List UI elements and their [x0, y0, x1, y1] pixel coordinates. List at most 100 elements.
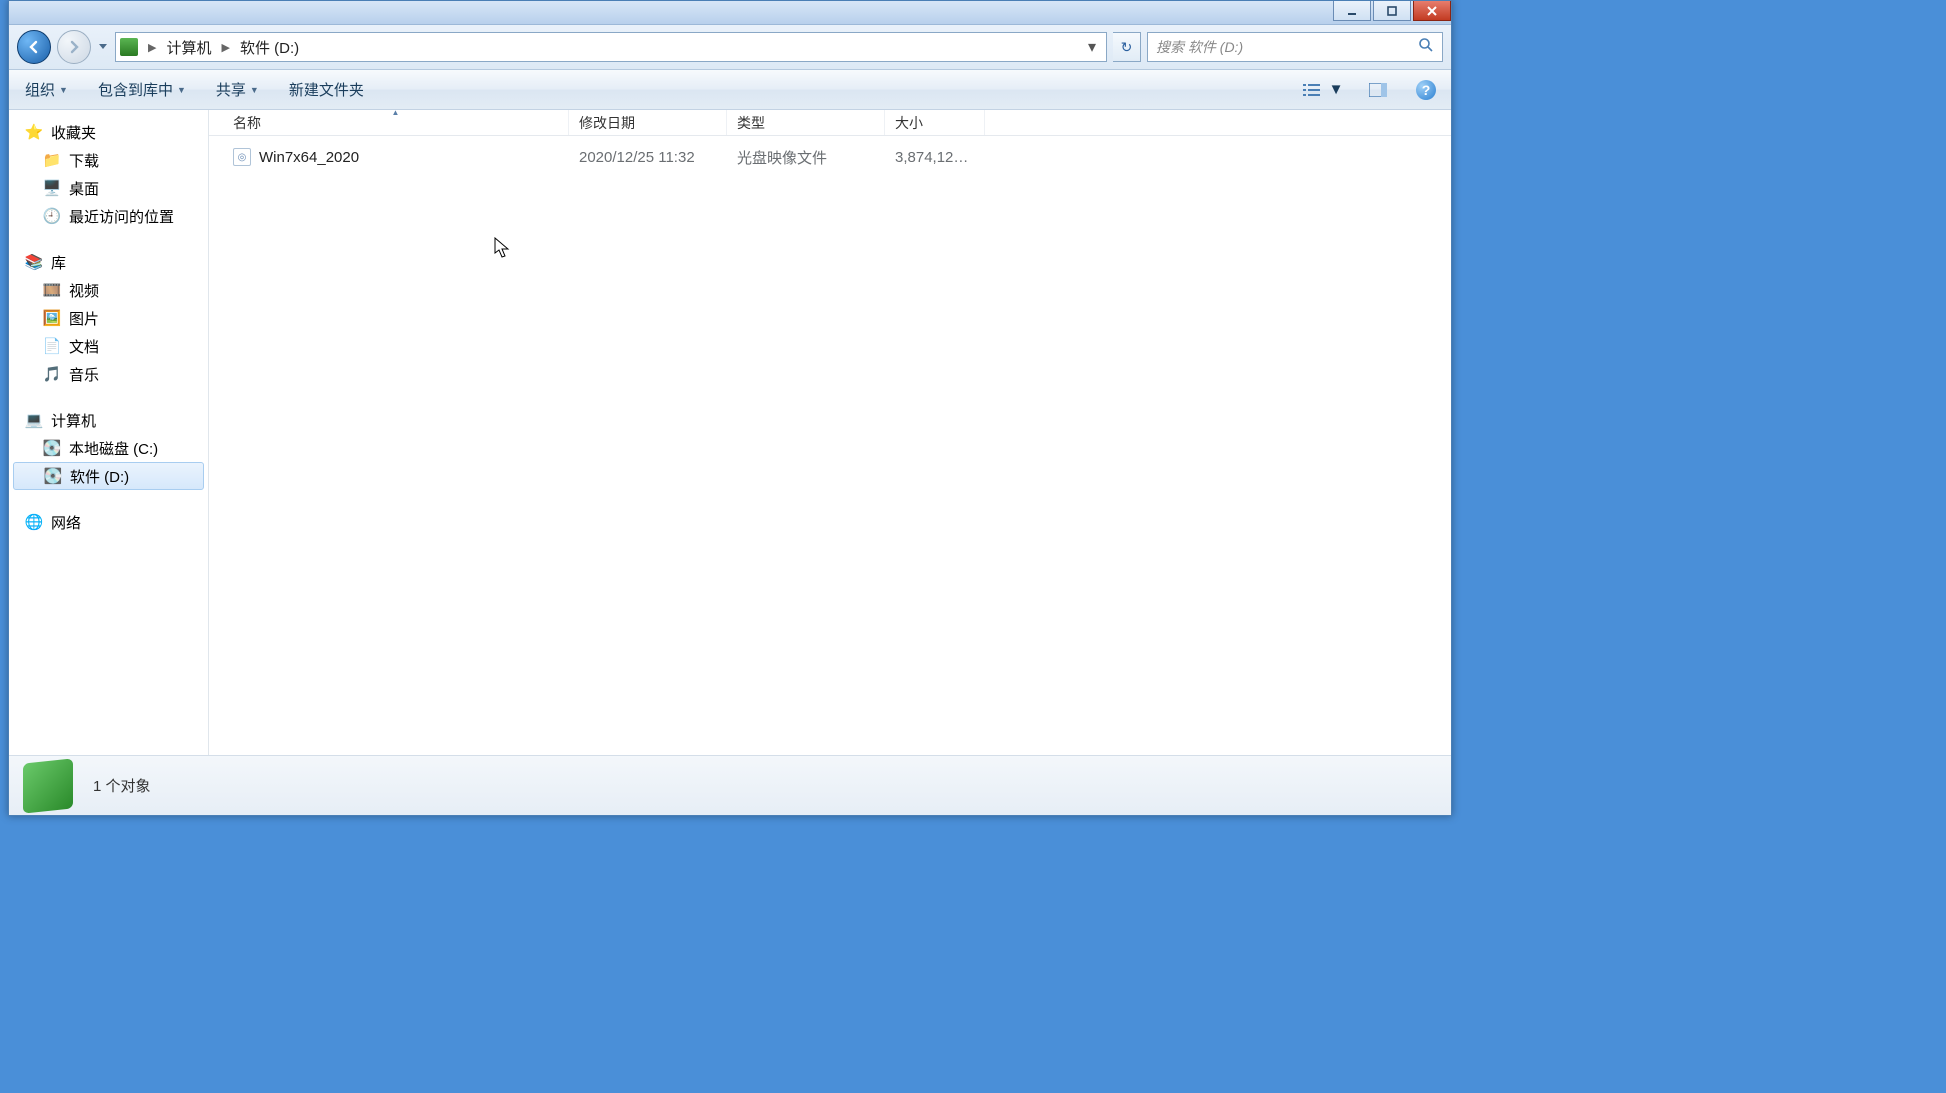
view-icon[interactable] — [1297, 77, 1327, 103]
column-type[interactable]: 类型 — [727, 110, 885, 135]
preview-pane-button[interactable] — [1363, 77, 1393, 103]
address-dropdown[interactable]: ▾ — [1082, 37, 1102, 57]
library-icon: 📚 — [25, 253, 43, 271]
search-box[interactable] — [1147, 32, 1443, 62]
include-label: 包含到库中 — [98, 79, 173, 100]
file-type: 光盘映像文件 — [727, 147, 885, 168]
view-dropdown[interactable]: ▼ — [1327, 77, 1345, 103]
status-bar: 1 个对象 — [9, 755, 1451, 815]
navigation-bar: ▶ 计算机 ▶ 软件 (D:) ▾ ↻ — [9, 25, 1451, 70]
sidebar-computer[interactable]: 💻 计算机 — [9, 406, 208, 434]
search-icon[interactable] — [1418, 37, 1434, 58]
sort-indicator-icon: ▲ — [392, 110, 400, 117]
column-label: 大小 — [895, 113, 923, 133]
sidebar-network[interactable]: 🌐 网络 — [9, 508, 208, 536]
file-size: 3,874,126 ... — [885, 149, 985, 166]
address-bar[interactable]: ▶ 计算机 ▶ 软件 (D:) ▾ — [115, 32, 1107, 62]
file-list[interactable]: ◎ Win7x64_2020 2020/12/25 11:32 光盘映像文件 3… — [209, 136, 1451, 755]
music-icon: 🎵 — [43, 365, 61, 383]
column-name[interactable]: ▲ 名称 — [223, 110, 569, 135]
sidebar-item-label: 图片 — [69, 308, 99, 329]
new-folder-button[interactable]: 新建文件夹 — [283, 75, 370, 104]
sidebar-item-label: 计算机 — [51, 410, 96, 431]
iso-file-icon: ◎ — [233, 148, 251, 166]
navigation-pane: ⭐收藏夹 📁下载 🖥️桌面 🕘最近访问的位置 📚库 🎞️视频 🖼️图片 📄文档 … — [9, 110, 209, 755]
sidebar-item-label: 音乐 — [69, 364, 99, 385]
sidebar-music[interactable]: 🎵 音乐 — [9, 360, 208, 388]
sidebar-item-label: 桌面 — [69, 178, 99, 199]
file-pane: ▲ 名称 修改日期 类型 大小 ◎ Win7x64_2020 2020/12/25… — [209, 110, 1451, 755]
drive-icon: 💽 — [44, 467, 62, 485]
computer-icon: 💻 — [25, 411, 43, 429]
back-button[interactable] — [17, 30, 51, 64]
file-name-cell: ◎ Win7x64_2020 — [223, 148, 569, 166]
star-icon: ⭐ — [25, 123, 43, 141]
video-icon: 🎞️ — [43, 281, 61, 299]
sidebar-item-label: 最近访问的位置 — [69, 206, 174, 227]
close-button[interactable] — [1413, 1, 1451, 21]
drive-icon — [120, 38, 138, 56]
explorer-window: ▶ 计算机 ▶ 软件 (D:) ▾ ↻ 组织 ▼ 包含到库中 ▼ 共享 ▼ 新建文件夹… — [8, 0, 1452, 816]
sidebar-item-label: 收藏夹 — [51, 122, 96, 143]
sidebar-item-label: 文档 — [69, 336, 99, 357]
desktop-icon: 🖥️ — [43, 179, 61, 197]
sidebar-libraries[interactable]: 📚库 — [9, 248, 208, 276]
drive-thumbnail-icon — [23, 758, 73, 813]
column-label: 修改日期 — [579, 113, 635, 133]
document-icon: 📄 — [43, 337, 61, 355]
chevron-down-icon: ▼ — [59, 85, 68, 95]
history-dropdown[interactable] — [97, 31, 109, 63]
column-headers: ▲ 名称 修改日期 类型 大小 — [209, 110, 1451, 136]
breadcrumb-separator: ▶ — [221, 41, 229, 54]
minimize-button[interactable] — [1333, 1, 1371, 21]
status-text: 1 个对象 — [93, 775, 151, 796]
sidebar-downloads[interactable]: 📁 下载 — [9, 146, 208, 174]
organize-menu[interactable]: 组织 ▼ — [19, 75, 74, 104]
sidebar-drive-d[interactable]: 💽 软件 (D:) — [13, 462, 204, 490]
include-in-library-menu[interactable]: 包含到库中 ▼ — [92, 75, 192, 104]
sidebar-videos[interactable]: 🎞️ 视频 — [9, 276, 208, 304]
file-name: Win7x64_2020 — [259, 149, 359, 166]
title-bar — [9, 1, 1451, 25]
sidebar-item-label: 本地磁盘 (C:) — [69, 438, 158, 459]
picture-icon: 🖼️ — [43, 309, 61, 327]
sidebar-item-label: 软件 (D:) — [70, 466, 129, 487]
chevron-down-icon: ▼ — [177, 85, 186, 95]
share-label: 共享 — [216, 79, 246, 100]
column-label: 名称 — [233, 113, 261, 133]
column-size[interactable]: 大小 — [885, 110, 985, 135]
sidebar-desktop[interactable]: 🖥️ 桌面 — [9, 174, 208, 202]
new-folder-label: 新建文件夹 — [289, 79, 364, 100]
sidebar-item-label: 下载 — [69, 150, 99, 171]
chevron-down-icon: ▼ — [1329, 81, 1344, 98]
file-row[interactable]: ◎ Win7x64_2020 2020/12/25 11:32 光盘映像文件 3… — [209, 142, 1451, 172]
column-date[interactable]: 修改日期 — [569, 110, 727, 135]
view-menu[interactable]: ▼ — [1297, 77, 1345, 103]
sidebar-item-label: 库 — [51, 252, 66, 273]
search-input[interactable] — [1156, 39, 1418, 55]
breadcrumb-computer[interactable]: 计算机 — [162, 35, 215, 60]
recent-icon: 🕘 — [43, 207, 61, 225]
explorer-body: ⭐收藏夹 📁下载 🖥️桌面 🕘最近访问的位置 📚库 🎞️视频 🖼️图片 📄文档 … — [9, 110, 1451, 755]
chevron-down-icon: ▼ — [250, 85, 259, 95]
sidebar-item-label: 视频 — [69, 280, 99, 301]
sidebar-favorites[interactable]: ⭐ 收藏夹 — [9, 118, 208, 146]
sidebar-recent[interactable]: 🕘 最近访问的位置 — [9, 202, 208, 230]
breadcrumb-current[interactable]: 软件 (D:) — [236, 35, 303, 60]
network-icon: 🌐 — [25, 513, 43, 531]
sidebar-item-label: 网络 — [51, 512, 81, 533]
sidebar-documents[interactable]: 📄 文档 — [9, 332, 208, 360]
drive-icon: 💽 — [43, 439, 61, 457]
maximize-button[interactable] — [1373, 1, 1411, 21]
folder-icon: 📁 — [43, 151, 61, 169]
forward-button[interactable] — [57, 30, 91, 64]
share-menu[interactable]: 共享 ▼ — [210, 75, 265, 104]
column-label: 类型 — [737, 113, 765, 133]
file-date: 2020/12/25 11:32 — [569, 149, 727, 166]
sidebar-drive-c[interactable]: 💽 本地磁盘 (C:) — [9, 434, 208, 462]
sidebar-pictures[interactable]: 🖼️ 图片 — [9, 304, 208, 332]
organize-label: 组织 — [25, 79, 55, 100]
refresh-button[interactable]: ↻ — [1113, 32, 1141, 62]
help-button[interactable]: ? — [1411, 77, 1441, 103]
help-icon: ? — [1416, 80, 1436, 100]
